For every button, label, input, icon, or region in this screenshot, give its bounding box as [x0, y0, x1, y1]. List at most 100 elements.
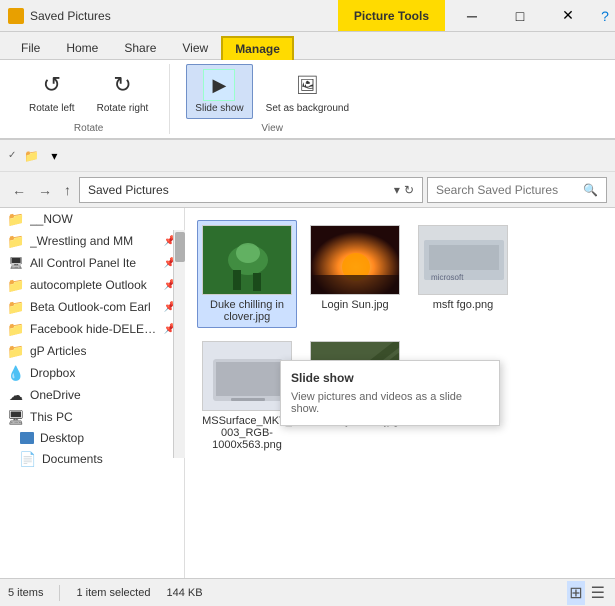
ribbon: ↺ Rotate left ↻ Rotate right Rotate ▶ Sl… — [0, 60, 615, 140]
thispc-icon: 🖥 — [8, 409, 24, 425]
file-name-duke: Duke chilling in clover.jpg — [202, 299, 292, 323]
folder-icon — [8, 8, 24, 24]
sidebar-item-label: autocomplete Outlook — [30, 278, 147, 292]
slideshow-button[interactable]: ▶ Slide show — [186, 64, 252, 119]
documents-icon: 📄 — [20, 451, 36, 467]
view-buttons: ▶ Slide show 🖼 Set as background — [186, 64, 358, 119]
large-icons-view-button[interactable]: ⊞ — [567, 581, 584, 605]
tab-file[interactable]: File — [8, 36, 53, 59]
folder-icon: 📁 — [8, 277, 24, 293]
slideshow-icon: ▶ — [203, 69, 235, 101]
main-layout: 📁 __NOW 📁 _Wrestling and MM 📌 🖥 All Cont… — [0, 208, 615, 578]
file-thumbnail-surface — [202, 341, 292, 411]
window-title: Saved Pictures — [30, 9, 111, 23]
sidebar: 📁 __NOW 📁 _Wrestling and MM 📌 🖥 All Cont… — [0, 208, 185, 578]
tab-view[interactable]: View — [169, 36, 221, 59]
tab-home[interactable]: Home — [53, 36, 111, 59]
sidebar-item-documents[interactable]: 📄 Documents — [0, 448, 184, 470]
search-input[interactable] — [436, 183, 579, 197]
file-thumbnail-duke — [202, 225, 292, 295]
set-background-icon: 🖼 — [291, 69, 323, 101]
sidebar-item-beta[interactable]: 📁 Beta Outlook-com Earl 📌 — [0, 296, 184, 318]
sidebar-scrollbar[interactable] — [173, 230, 185, 458]
dropbox-icon: 💧 — [8, 365, 24, 381]
svg-text:microsoft: microsoft — [431, 273, 464, 282]
file-size: 144 KB — [166, 587, 202, 599]
items-count: 5 items — [8, 587, 43, 599]
title-bar-left: Saved Pictures — [0, 8, 338, 24]
file-item-msft[interactable]: microsoft msft fgo.png — [413, 220, 513, 328]
scrollbar-thumb[interactable] — [175, 232, 185, 262]
details-view-button[interactable]: ☰ — [589, 581, 607, 605]
sidebar-item-label: _Wrestling and MM — [30, 234, 133, 248]
file-name-login: Login Sun.jpg — [321, 299, 388, 311]
duke-svg — [203, 225, 291, 295]
sidebar-item-now[interactable]: 📁 __NOW — [0, 208, 184, 230]
ribbon-group-view: ▶ Slide show 🖼 Set as background View — [174, 64, 370, 134]
forward-button[interactable]: → — [34, 180, 56, 200]
qa-dropdown-btn[interactable]: ▾ — [47, 147, 61, 165]
surface-svg — [203, 341, 291, 411]
sidebar-item-label: gP Articles — [30, 344, 86, 358]
folder-icon: 📁 — [8, 211, 24, 227]
set-background-button[interactable]: 🖼 Set as background — [257, 64, 358, 119]
sidebar-item-autocomplete[interactable]: 📁 autocomplete Outlook 📌 — [0, 274, 184, 296]
desktop-icon — [20, 432, 34, 444]
picture-tools-label: Picture Tools — [338, 0, 445, 31]
sidebar-item-dropbox[interactable]: 💧 Dropbox — [0, 362, 184, 384]
view-group-label: View — [261, 121, 283, 134]
sidebar-item-desktop[interactable]: Desktop — [0, 428, 184, 448]
file-item-login[interactable]: Login Sun.jpg — [305, 220, 405, 328]
msft-svg: microsoft — [419, 225, 507, 295]
rotate-left-icon: ↺ — [36, 69, 68, 101]
address-dropdown-btn[interactable]: ▾ — [394, 183, 400, 197]
tooltip-popup: Slide show View pictures and videos as a… — [280, 360, 500, 426]
rotate-left-button[interactable]: ↺ Rotate left — [20, 64, 84, 119]
file-item-duke[interactable]: Duke chilling in clover.jpg — [197, 220, 297, 328]
search-bar[interactable]: 🔍 — [427, 177, 607, 203]
status-separator — [59, 585, 60, 601]
sidebar-item-label: All Control Panel Ite — [30, 256, 136, 270]
minimize-button[interactable]: ─ — [449, 0, 495, 32]
sidebar-item-label: Beta Outlook-com Earl — [30, 300, 151, 314]
folder-icon: 📁 — [8, 233, 24, 249]
sidebar-item-label: This PC — [30, 410, 73, 424]
back-button[interactable]: ← — [8, 180, 30, 200]
file-name-surface: MSSurface_MKT_003_RGB-1000x563.png — [202, 415, 292, 451]
close-button[interactable]: ✕ — [545, 0, 591, 32]
sidebar-item-label: Facebook hide-DELETE — [30, 322, 158, 336]
rotate-buttons: ↺ Rotate left ↻ Rotate right — [20, 64, 157, 119]
folder-icon: 📁 — [8, 299, 24, 315]
sidebar-item-facebook[interactable]: 📁 Facebook hide-DELETE 📌 — [0, 318, 184, 340]
help-icon[interactable]: ? — [595, 8, 615, 24]
maximize-button[interactable]: □ — [497, 0, 543, 32]
quick-access-toolbar: ✓ 📁 ▾ — [0, 140, 615, 172]
file-name-msft: msft fgo.png — [433, 299, 494, 311]
file-thumbnail-login — [310, 225, 400, 295]
address-bar: Saved Pictures ▾ ↻ — [79, 177, 423, 203]
tooltip-description: View pictures and videos as a slide show… — [291, 391, 489, 415]
sidebar-item-label: Desktop — [40, 431, 84, 445]
sidebar-item-thispc[interactable]: 🖥 This PC — [0, 406, 184, 428]
sidebar-item-wrestling[interactable]: 📁 _Wrestling and MM 📌 — [0, 230, 184, 252]
ribbon-group-rotate: ↺ Rotate left ↻ Rotate right Rotate — [8, 64, 170, 134]
search-icon: 🔍 — [583, 183, 598, 197]
ribbon-tabs: File Home Share View Manage — [0, 32, 615, 60]
up-button[interactable]: ↑ — [60, 180, 75, 200]
tab-share[interactable]: Share — [111, 36, 169, 59]
sidebar-item-label: __NOW — [30, 212, 73, 226]
sidebar-item-gparticles[interactable]: 📁 gP Articles — [0, 340, 184, 362]
rotate-group-label: Rotate — [74, 121, 103, 134]
controlpanel-icon: 🖥 — [8, 255, 24, 271]
rotate-right-button[interactable]: ↻ Rotate right — [88, 64, 158, 119]
sidebar-item-controlpanel[interactable]: 🖥 All Control Panel Ite 📌 — [0, 252, 184, 274]
refresh-button[interactable]: ↻ — [404, 183, 414, 197]
tab-manage[interactable]: Manage — [221, 36, 294, 60]
rotate-right-icon: ↻ — [106, 69, 138, 101]
file-thumbnail-msft: microsoft — [418, 225, 508, 295]
selected-count: 1 item selected — [76, 587, 150, 599]
sidebar-item-onedrive[interactable]: ☁ OneDrive — [0, 384, 184, 406]
qa-folder-icon[interactable]: 📁 — [20, 147, 43, 165]
content-area: Duke chilling in clover.jpg — [185, 208, 615, 578]
app-window: Saved Pictures Picture Tools ─ □ ✕ ? Fil… — [0, 0, 615, 606]
